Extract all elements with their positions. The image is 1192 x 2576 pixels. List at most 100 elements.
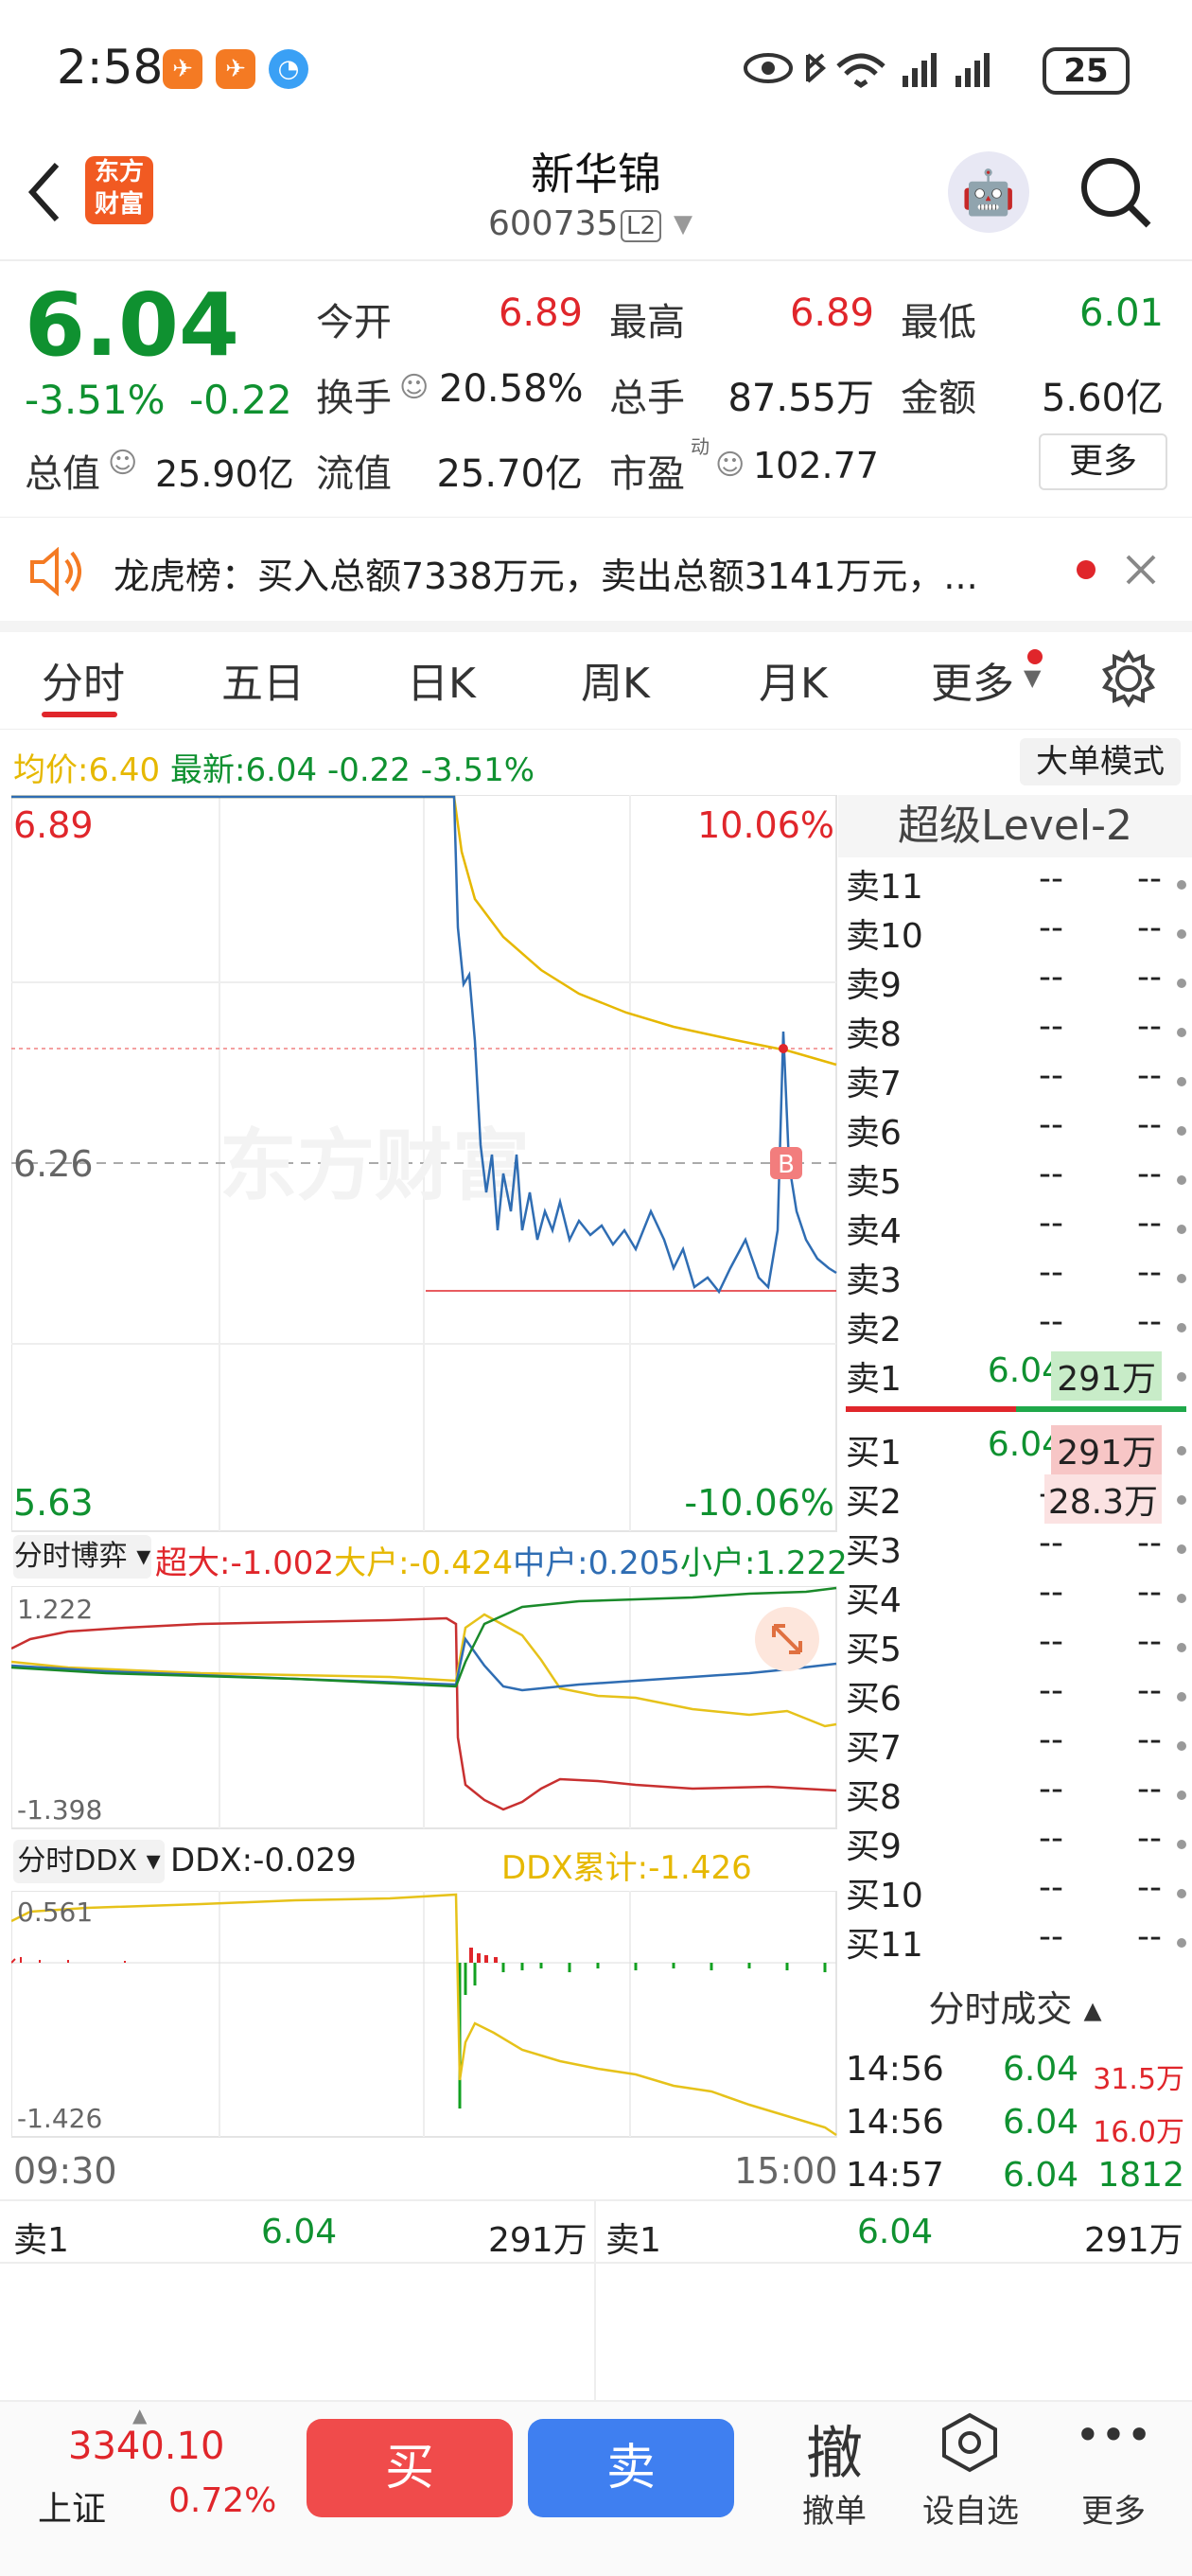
ddx-cum-number: -1.426: [648, 1849, 752, 1887]
bid-row[interactable]: 买8 -- --: [846, 1770, 1192, 1819]
tab-intraday[interactable]: 分时: [42, 649, 125, 710]
add-watchlist-icon[interactable]: [938, 2411, 1001, 2474]
chevron-down-icon[interactable]: ▼: [674, 210, 692, 238]
flow-top-label: 1.222: [17, 1594, 94, 1625]
trade-row[interactable]: 14:56 6.04 31.5万: [846, 2050, 1192, 2099]
bid-level: 买5: [846, 1631, 902, 1669]
level2-badge[interactable]: L2: [621, 210, 662, 242]
trade-time: 14:57: [846, 2156, 944, 2195]
trades-title: 分时成交: [928, 1988, 1073, 2030]
settings-gear-icon[interactable]: [1099, 649, 1158, 708]
level2-header[interactable]: 超级Level-2: [838, 795, 1192, 857]
row-dot-icon: [1177, 880, 1186, 890]
cancel-order-icon[interactable]: 撤: [778, 2408, 891, 2490]
trade-time: 14:56: [846, 2103, 944, 2142]
bid-row[interactable]: 买3 -- --: [846, 1524, 1192, 1573]
indicator-selector-ddx[interactable]: 分时DDX ▾: [13, 1840, 165, 1883]
row-dot-icon: [1177, 1126, 1186, 1136]
more-label[interactable]: 更多: [1061, 2485, 1166, 2532]
tab-weekly-k[interactable]: 周K: [581, 649, 650, 710]
low-label: 最低: [901, 301, 976, 344]
ask-volume: 291万: [1051, 1351, 1162, 1401]
chevron-down-icon[interactable]: ▼: [1024, 664, 1041, 691]
tab-more[interactable]: 更多: [931, 649, 1014, 710]
dragon-tiger-notice[interactable]: 龙虎榜：买入总额7338万元，卖出总额3141万元，...: [114, 547, 978, 599]
ask-row[interactable]: 卖2 -- --: [846, 1302, 1192, 1351]
ask-row[interactable]: 卖7 -- --: [846, 1056, 1192, 1105]
bid-row[interactable]: 买6 -- --: [846, 1671, 1192, 1720]
row-dot-icon: [1177, 929, 1186, 939]
tab-daily-k[interactable]: 日K: [407, 649, 476, 710]
change-percent: -3.51%: [25, 377, 166, 423]
ask-level: 卖4: [846, 1212, 902, 1251]
bid-row[interactable]: 买11 -- --: [846, 1917, 1192, 1967]
unread-dot: [1077, 560, 1096, 579]
summary-right-name: 卖1: [605, 2221, 661, 2260]
ask-volume: --: [1137, 1204, 1162, 1243]
ask-row[interactable]: 卖11 -- --: [846, 859, 1192, 909]
ask-row[interactable]: 卖5 -- --: [846, 1155, 1192, 1204]
summary-divider: [594, 2201, 596, 2400]
big-order-mode-button[interactable]: 大单模式: [1020, 738, 1181, 785]
ask-row[interactable]: 卖8 -- --: [846, 1007, 1192, 1056]
intraday-price-chart[interactable]: 东方财富 B: [11, 795, 838, 1533]
sell-button[interactable]: 卖: [528, 2419, 734, 2517]
ddx-top-label: 0.561: [17, 1897, 94, 1928]
ask-row[interactable]: 卖3 -- --: [846, 1253, 1192, 1302]
index-name[interactable]: 上证: [38, 2481, 106, 2531]
time-start-label: 09:30: [13, 2150, 117, 2192]
info-icon[interactable]: ☺: [715, 449, 745, 482]
battery-indicator: 25: [1043, 47, 1130, 95]
ask-row[interactable]: 卖6 -- --: [846, 1105, 1192, 1155]
bid-volume: --: [1137, 1868, 1162, 1907]
ask-volume: --: [1137, 1007, 1162, 1046]
bid-row[interactable]: 买9 -- --: [846, 1819, 1192, 1868]
bid-row[interactable]: 买10 -- --: [846, 1868, 1192, 1917]
amount-value: 5.60亿: [1041, 377, 1164, 420]
robot-assistant-icon[interactable]: 🤖: [948, 151, 1029, 233]
avg-label: 均价:: [13, 751, 89, 789]
more-dots-icon[interactable]: •••: [1061, 2409, 1166, 2461]
ask-row[interactable]: 卖4 -- --: [846, 1204, 1192, 1253]
close-icon[interactable]: [1124, 553, 1158, 587]
tab-five-day[interactable]: 五日: [221, 649, 305, 710]
info-icon[interactable]: ☺: [108, 447, 137, 480]
cancel-order-label[interactable]: 撤单: [778, 2485, 891, 2532]
ask-row[interactable]: 卖10 -- --: [846, 909, 1192, 958]
bid-row[interactable]: 买2 -- 28.3万: [846, 1474, 1192, 1524]
capital-flow-chart[interactable]: [11, 1586, 838, 1830]
ask-row[interactable]: 卖1 6.04 291万: [846, 1351, 1192, 1401]
tab-monthly-k[interactable]: 月K: [759, 649, 828, 710]
add-watchlist-label[interactable]: 设自选: [912, 2485, 1029, 2532]
info-icon[interactable]: ☺: [399, 371, 429, 404]
pe-value: 102.77: [753, 445, 879, 486]
bid-row[interactable]: 买1 6.04 291万: [846, 1425, 1192, 1474]
latest-label: 最新:: [169, 751, 246, 789]
trade-row[interactable]: 14:57 6.04 1812: [846, 2156, 1192, 2205]
trade-price: 6.04: [1003, 2156, 1079, 2195]
indicator-selector-flow[interactable]: 分时博弈 ▾: [13, 1535, 151, 1579]
row-dot-icon: [1177, 1446, 1186, 1456]
index-percent[interactable]: 0.72%: [168, 2481, 276, 2520]
stock-code[interactable]: 600735: [488, 204, 618, 243]
index-value[interactable]: 3340.10: [68, 2425, 224, 2468]
ddx-cumulative: DDX累计:-1.426: [501, 1842, 752, 1888]
bid-price: --: [1039, 1770, 1063, 1808]
bid-row[interactable]: 买7 -- --: [846, 1720, 1192, 1770]
trade-price: 6.04: [1003, 2050, 1079, 2089]
ddx-chart[interactable]: [11, 1891, 838, 2139]
trade-price: 6.04: [1003, 2103, 1079, 2142]
quote-more-button[interactable]: 更多: [1039, 433, 1167, 490]
trade-row[interactable]: 14:56 6.04 16.0万: [846, 2103, 1192, 2152]
mktcap-label: 总值: [25, 452, 100, 496]
bid-level: 买7: [846, 1729, 902, 1768]
chevron-up-icon[interactable]: ▲: [132, 2404, 147, 2426]
bid-row[interactable]: 买4 -- --: [846, 1573, 1192, 1622]
ask-row[interactable]: 卖9 -- --: [846, 958, 1192, 1007]
y-max-label: 6.89: [13, 804, 94, 846]
buy-button[interactable]: 买: [307, 2419, 513, 2517]
search-icon[interactable]: [1078, 155, 1154, 231]
trades-header[interactable]: 分时成交 ▴: [838, 1978, 1192, 2040]
bid-level: 买8: [846, 1778, 902, 1817]
bid-row[interactable]: 买5 -- --: [846, 1622, 1192, 1671]
